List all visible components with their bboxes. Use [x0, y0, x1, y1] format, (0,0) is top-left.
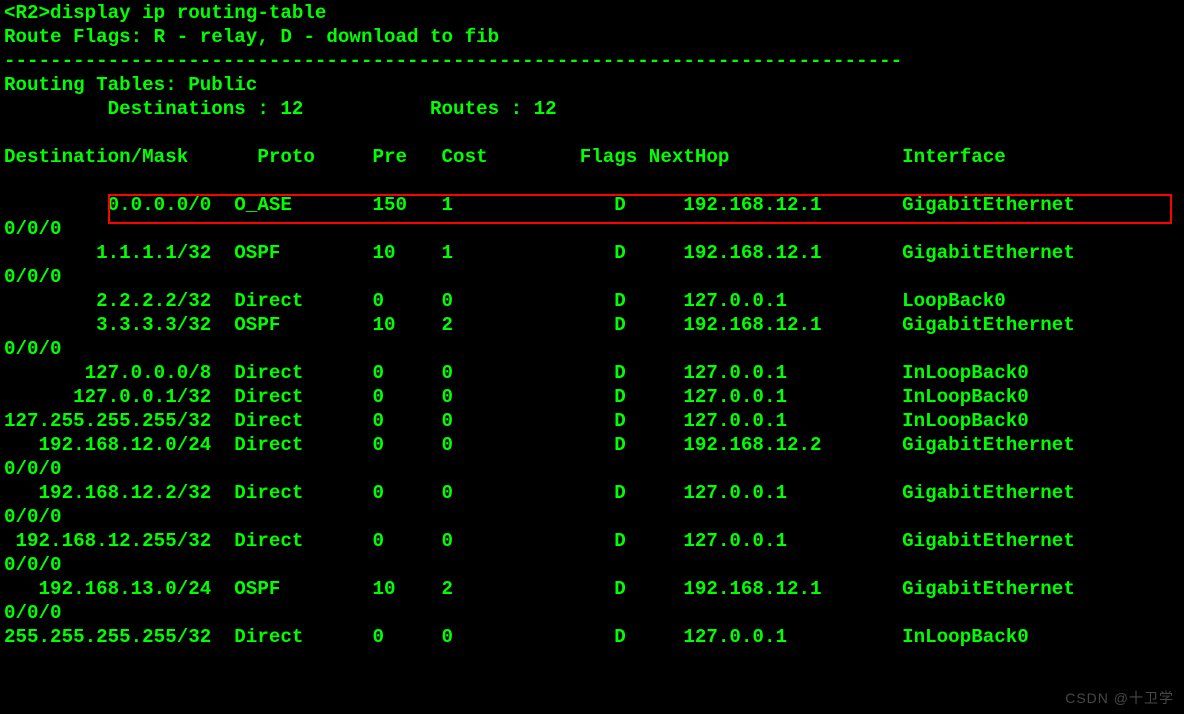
route-row-wrap: 0/0/0: [4, 508, 1180, 532]
route-row: 192.168.12.255/32 Direct 0 0 D 127.0.0.1…: [4, 532, 1180, 556]
route-row: 192.168.13.0/24 OSPF 10 2 D 192.168.12.1…: [4, 580, 1180, 604]
route-row-wrap: 0/0/0: [4, 220, 1180, 244]
flags-line: Route Flags: R - relay, D - download to …: [4, 28, 1180, 52]
command-line: <R2>display ip routing-table: [4, 4, 1180, 28]
terminal-output: <R2>display ip routing-tableRoute Flags:…: [0, 0, 1184, 656]
route-row-wrap: 0/0/0: [4, 556, 1180, 580]
route-row: 127.0.0.0/8 Direct 0 0 D 127.0.0.1 InLoo…: [4, 364, 1180, 388]
route-row: 192.168.12.2/32 Direct 0 0 D 127.0.0.1 G…: [4, 484, 1180, 508]
separator-line: ----------------------------------------…: [4, 52, 1180, 76]
route-row: 2.2.2.2/32 Direct 0 0 D 127.0.0.1 LoopBa…: [4, 292, 1180, 316]
route-row: 192.168.12.0/24 Direct 0 0 D 192.168.12.…: [4, 436, 1180, 460]
route-row: 0.0.0.0/0 O_ASE 150 1 D 192.168.12.1 Gig…: [4, 196, 1180, 220]
counts-line: Destinations : 12 Routes : 12: [4, 100, 1180, 124]
watermark-text: CSDN @十卫学: [1065, 688, 1174, 708]
route-row: 3.3.3.3/32 OSPF 10 2 D 192.168.12.1 Giga…: [4, 316, 1180, 340]
route-row: 1.1.1.1/32 OSPF 10 1 D 192.168.12.1 Giga…: [4, 244, 1180, 268]
route-row: 127.0.0.1/32 Direct 0 0 D 127.0.0.1 InLo…: [4, 388, 1180, 412]
route-row-wrap: 0/0/0: [4, 268, 1180, 292]
route-row-wrap: 0/0/0: [4, 340, 1180, 364]
blank-line: [4, 172, 1180, 196]
route-row: 127.255.255.255/32 Direct 0 0 D 127.0.0.…: [4, 412, 1180, 436]
tables-line: Routing Tables: Public: [4, 76, 1180, 100]
route-row-wrap: 0/0/0: [4, 604, 1180, 628]
header-line: Destination/Mask Proto Pre Cost Flags Ne…: [4, 148, 1180, 172]
blank-line: [4, 124, 1180, 148]
route-row-wrap: 0/0/0: [4, 460, 1180, 484]
route-row: 255.255.255.255/32 Direct 0 0 D 127.0.0.…: [4, 628, 1180, 652]
